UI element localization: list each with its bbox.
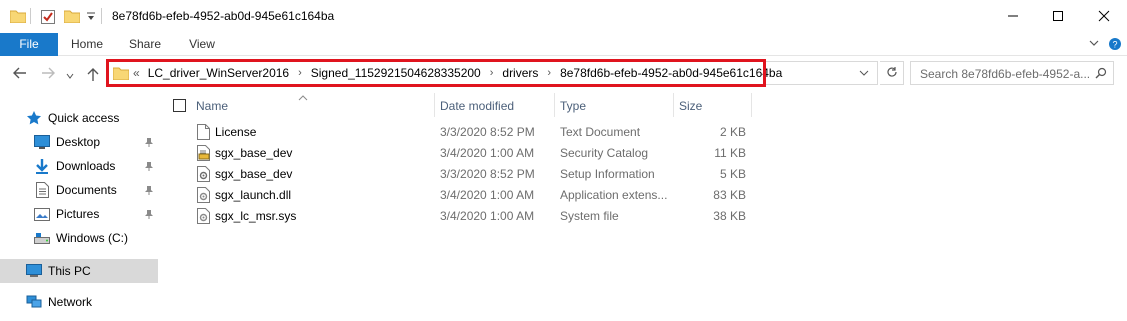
file-row[interactable]: sgx_lc_msr.sys 3/4/2020 1:00 AM System f… xyxy=(160,206,760,227)
file-size: 83 KB xyxy=(713,188,746,202)
sidebar-item-label: Pictures xyxy=(56,207,100,221)
file-date: 3/4/2020 1:00 AM xyxy=(440,188,535,202)
column-header-size[interactable]: Size xyxy=(679,94,702,118)
file-name: License xyxy=(215,125,257,139)
dll-file-icon xyxy=(197,187,210,206)
sidebar-item-network[interactable]: Network xyxy=(26,291,92,313)
up-arrow-icon[interactable] xyxy=(86,66,100,85)
select-all-checkbox[interactable] xyxy=(173,99,186,115)
address-row: « LC_driver_WinServer2016 › Signed_11529… xyxy=(0,56,1127,91)
file-row[interactable]: sgx_base_dev 3/4/2020 1:00 AM Security C… xyxy=(160,143,760,164)
network-icon xyxy=(26,294,42,310)
pin-icon[interactable] xyxy=(144,208,154,222)
file-size: 5 KB xyxy=(719,167,746,181)
sort-ascending-icon xyxy=(298,90,308,104)
file-date: 3/3/2020 8:52 PM xyxy=(440,125,535,139)
folder-icon xyxy=(9,9,27,26)
file-row[interactable]: License 3/3/2020 8:52 PM Text Document 2… xyxy=(160,122,760,143)
sidebar-item-documents[interactable]: Documents xyxy=(34,179,117,201)
setup-file-icon xyxy=(197,166,210,185)
file-name: sgx_launch.dll xyxy=(215,188,292,202)
desktop-icon xyxy=(34,134,50,150)
file-size: 11 KB xyxy=(714,146,746,160)
pin-icon[interactable] xyxy=(144,160,154,174)
new-folder-icon[interactable] xyxy=(63,9,81,26)
minimize-button[interactable] xyxy=(990,0,1036,32)
sidebar-item-quick-access[interactable]: Quick access xyxy=(26,107,119,129)
file-name: sgx_base_dev xyxy=(215,167,293,181)
refresh-button[interactable] xyxy=(880,61,904,85)
pin-icon[interactable] xyxy=(144,136,154,150)
text-file-icon xyxy=(197,124,210,143)
window-title: 8e78fd6b-efeb-4952-ab0d-945e61c164ba xyxy=(112,9,335,23)
tab-share[interactable]: Share xyxy=(120,33,170,56)
properties-icon[interactable] xyxy=(40,9,56,28)
sidebar-item-label: Windows (C:) xyxy=(56,231,129,245)
file-size: 38 KB xyxy=(713,209,746,223)
sidebar-item-pictures[interactable]: Pictures xyxy=(34,203,99,225)
tab-view[interactable]: View xyxy=(177,33,227,56)
title-bar: 8e78fd6b-efeb-4952-ab0d-945e61c164ba xyxy=(0,0,1127,33)
tab-file[interactable]: File xyxy=(0,33,58,56)
file-name: sgx_base_dev xyxy=(215,146,293,160)
sidebar-item-label: Documents xyxy=(56,183,117,197)
file-date: 3/3/2020 8:52 PM xyxy=(440,167,535,181)
search-icon[interactable] xyxy=(1095,67,1107,82)
sidebar-item-downloads[interactable]: Downloads xyxy=(34,155,115,177)
column-divider[interactable] xyxy=(751,93,752,117)
file-list: Name Date modified Type Size License 3/3… xyxy=(160,91,1127,321)
address-dropdown-icon[interactable] xyxy=(859,67,869,81)
back-arrow-icon[interactable] xyxy=(12,66,28,83)
downloads-icon xyxy=(34,158,50,174)
address-highlight-box xyxy=(106,59,766,87)
sidebar-item-desktop[interactable]: Desktop xyxy=(34,131,100,153)
file-type: Setup Information xyxy=(560,167,655,181)
file-type: Application extens... xyxy=(560,188,668,202)
ribbon: File Home Share View ? xyxy=(0,33,1127,56)
star-icon xyxy=(26,110,42,126)
quick-access-dropdown-icon[interactable] xyxy=(86,11,96,25)
column-divider[interactable] xyxy=(673,93,674,117)
forward-arrow-icon[interactable] xyxy=(40,66,56,83)
column-divider[interactable] xyxy=(434,93,435,117)
tab-home[interactable]: Home xyxy=(62,33,112,56)
column-header-name[interactable]: Name xyxy=(196,94,228,118)
expand-ribbon-icon[interactable] xyxy=(1088,37,1100,52)
file-type: Text Document xyxy=(560,125,641,139)
search-box[interactable]: Search 8e78fd6b-efeb-4952-a... xyxy=(910,61,1114,85)
documents-icon xyxy=(34,182,50,198)
pin-icon[interactable] xyxy=(144,184,154,198)
drive-icon xyxy=(34,230,50,246)
column-header-type[interactable]: Type xyxy=(560,94,586,118)
sidebar-item-this-pc[interactable]: This PC xyxy=(26,260,91,282)
file-size: 2 KB xyxy=(719,125,746,139)
file-row[interactable]: sgx_base_dev 3/3/2020 8:52 PM Setup Info… xyxy=(160,164,760,185)
column-header-date[interactable]: Date modified xyxy=(440,94,514,118)
sidebar-item-label: Downloads xyxy=(56,159,116,173)
computer-icon xyxy=(26,263,42,279)
svg-text:?: ? xyxy=(1112,40,1117,50)
pictures-icon xyxy=(34,206,50,222)
file-type: System file xyxy=(560,209,619,223)
file-row[interactable]: sgx_launch.dll 3/4/2020 1:00 AM Applicat… xyxy=(160,185,760,206)
sidebar-item-label: This PC xyxy=(48,264,91,278)
file-date: 3/4/2020 1:00 AM xyxy=(440,146,535,160)
sidebar-item-label: Quick access xyxy=(48,111,120,125)
maximize-button[interactable] xyxy=(1035,0,1081,32)
search-input[interactable]: Search 8e78fd6b-efeb-4952-a... xyxy=(920,67,1090,81)
file-date: 3/4/2020 1:00 AM xyxy=(440,209,535,223)
sidebar-item-windows-c[interactable]: Windows (C:) xyxy=(34,227,128,249)
column-divider[interactable] xyxy=(554,93,555,117)
sidebar-item-label: Desktop xyxy=(56,135,101,149)
sidebar-item-label: Network xyxy=(48,295,93,309)
navigation-pane: Quick access Desktop Downloads Documents… xyxy=(0,91,160,321)
file-name: sgx_lc_msr.sys xyxy=(215,209,297,223)
refresh-icon xyxy=(886,66,898,81)
catalog-file-icon xyxy=(197,145,212,164)
recent-locations-icon[interactable] xyxy=(66,69,74,83)
close-button[interactable] xyxy=(1081,0,1127,32)
sys-file-icon xyxy=(197,208,210,227)
file-type: Security Catalog xyxy=(560,146,649,160)
help-icon[interactable]: ? xyxy=(1108,37,1122,54)
